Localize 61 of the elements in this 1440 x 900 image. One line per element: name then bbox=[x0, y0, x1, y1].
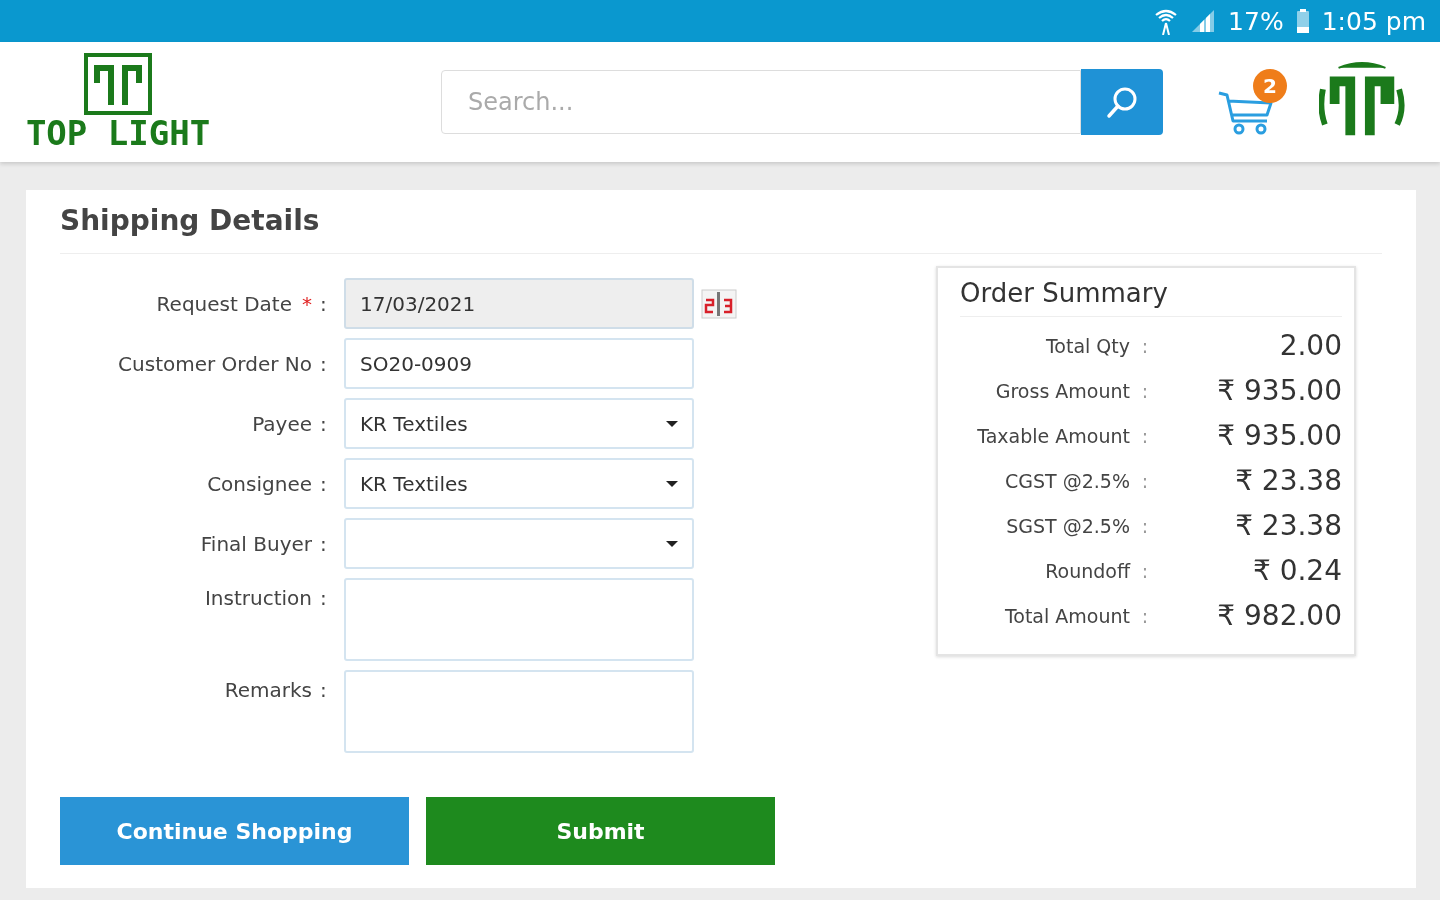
calendar-icon bbox=[700, 287, 738, 320]
search-button[interactable] bbox=[1081, 69, 1163, 135]
dropdown-field[interactable] bbox=[344, 518, 694, 569]
text-area[interactable] bbox=[344, 670, 694, 753]
summary-label: Roundoff bbox=[1044, 559, 1130, 582]
summary-value: ₹ 982.00 bbox=[1216, 599, 1342, 632]
summary-title: Order Summary bbox=[960, 278, 1342, 317]
submit-button[interactable]: Submit bbox=[426, 797, 775, 865]
logo-text: TOP LIGHT bbox=[25, 115, 211, 151]
label-colon: : bbox=[1140, 604, 1150, 627]
dropdown-caret-icon bbox=[666, 540, 678, 547]
search-icon bbox=[1105, 85, 1139, 119]
section-title: Shipping Details bbox=[60, 190, 1382, 254]
cart-count-badge: 2 bbox=[1253, 69, 1287, 103]
clock-time: 1:05 pm bbox=[1321, 6, 1426, 36]
label-colon: : bbox=[1140, 424, 1150, 447]
label-colon: : bbox=[1140, 514, 1150, 537]
summary-label: CGST @2.5% bbox=[1004, 469, 1130, 492]
label-colon: : bbox=[320, 585, 328, 610]
label-colon: : bbox=[320, 411, 328, 436]
required-marker: * bbox=[302, 291, 312, 316]
summary-value: ₹ 23.38 bbox=[1234, 509, 1342, 542]
field-label: Remarks bbox=[224, 678, 312, 702]
field-label: Final Buyer bbox=[200, 531, 312, 556]
label-colon: : bbox=[1140, 379, 1150, 402]
label-colon: : bbox=[320, 677, 328, 702]
summary-value: ₹ 935.00 bbox=[1216, 419, 1342, 452]
signal-icon bbox=[1190, 8, 1217, 34]
summary-label: Gross Amount bbox=[994, 379, 1130, 402]
dropdown-caret-icon bbox=[666, 480, 678, 487]
text-area[interactable] bbox=[344, 578, 694, 661]
battery-percentage: 17% bbox=[1228, 6, 1284, 36]
label-colon: : bbox=[320, 531, 328, 556]
summary-label: Total Amount bbox=[1003, 604, 1130, 627]
summary-label: Total Qty bbox=[1044, 334, 1130, 357]
logo-mark-icon bbox=[84, 53, 152, 115]
field-label: Customer Order No bbox=[118, 351, 312, 376]
summary-label: Taxable Amount bbox=[976, 424, 1130, 447]
summary-value: ₹ 0.24 bbox=[1251, 554, 1342, 587]
summary-value: 2.00 bbox=[1278, 329, 1342, 362]
text-field[interactable]: SO20-0909 bbox=[344, 338, 694, 389]
battery-icon bbox=[1295, 8, 1310, 34]
date-field: 17/03/2021 bbox=[344, 278, 694, 329]
label-colon: : bbox=[1140, 334, 1150, 357]
label-colon: : bbox=[320, 471, 328, 496]
summary-value: ₹ 23.38 bbox=[1234, 464, 1342, 497]
dropdown-caret-icon bbox=[666, 420, 678, 427]
label-colon: : bbox=[1140, 469, 1150, 492]
summary-value: ₹ 935.00 bbox=[1216, 374, 1342, 407]
field-label: Instruction bbox=[204, 586, 312, 610]
label-colon: : bbox=[320, 291, 328, 316]
label-colon: : bbox=[320, 351, 328, 376]
summary-label: SGST @2.5% bbox=[1005, 514, 1130, 537]
field-label: Request Date bbox=[156, 291, 292, 316]
search-field[interactable]: Search... bbox=[441, 70, 1081, 134]
wifi-icon bbox=[1154, 7, 1179, 35]
field-label: Payee bbox=[252, 411, 312, 436]
dropdown-field[interactable]: KR Textiles bbox=[344, 458, 694, 509]
field-label: Consignee bbox=[207, 471, 312, 496]
label-colon: : bbox=[1140, 559, 1150, 582]
dropdown-field[interactable]: KR Textiles bbox=[344, 398, 694, 449]
